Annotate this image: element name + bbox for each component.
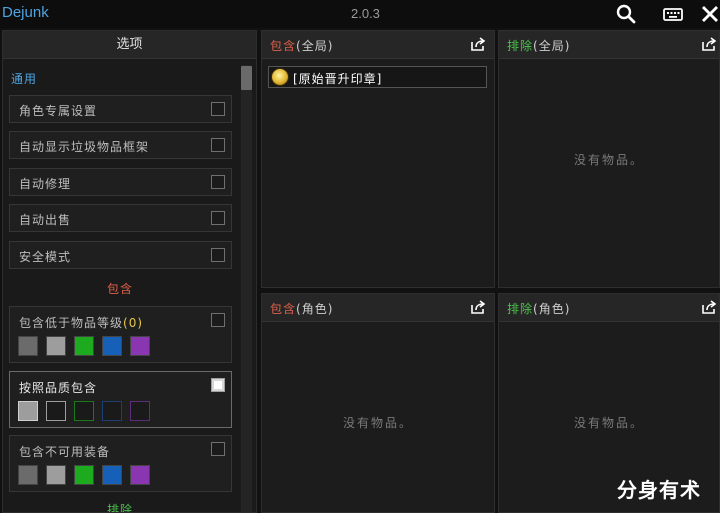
option-safe-mode[interactable]: 安全模式 [9,241,232,269]
quality-common-swatch[interactable] [46,401,66,421]
option-label: 安全模式 [19,250,72,264]
quality-epic-swatch[interactable] [130,336,150,356]
option-checkbox[interactable] [211,211,225,225]
option-label: 按照品质包含 [19,381,98,395]
empty-list-text: 没有物品。 [573,416,644,430]
section-include-title: 包含 [107,282,134,296]
item-level-value: (0) [123,316,144,330]
quality-poor-swatch[interactable] [18,465,38,485]
empty-list-text: 没有物品。 [342,416,413,430]
option-checkbox[interactable] [211,248,225,262]
panel-header: 包含(角色) [262,294,494,322]
options-panel: 选项 通用 角色专属设置 自动显示垃圾物品框架 自动修理 自动出售 安全模式 包… [2,30,257,513]
section-general-title: 通用 [11,72,38,86]
quality-poor-swatch[interactable] [18,401,38,421]
export-icon[interactable] [470,300,486,315]
option-checkbox[interactable] [211,138,225,152]
quality-epic-swatch[interactable] [130,465,150,485]
search-icon[interactable] [615,4,637,24]
export-icon[interactable] [701,300,717,315]
keyboard-icon[interactable] [662,4,684,24]
quality-rare-swatch[interactable] [102,465,122,485]
quality-epic-swatch[interactable] [130,401,150,421]
section-exclude-title: 排除 [107,503,134,513]
quality-rare-swatch[interactable] [102,401,122,421]
export-icon[interactable] [701,37,717,52]
export-icon[interactable] [470,37,486,52]
include-character-panel: 包含(角色) 没有物品。 [261,293,495,513]
quality-common-swatch[interactable] [46,465,66,485]
quality-uncommon-swatch[interactable] [74,336,94,356]
quality-poor-swatch[interactable] [18,336,38,356]
option-label: 包含低于物品等级(0) [19,316,144,330]
panel-title: 包含(全局) [270,39,334,53]
option-auto-repair[interactable]: 自动修理 [9,168,232,196]
option-auto-show-junk-frame[interactable]: 自动显示垃圾物品框架 [9,131,232,159]
quality-uncommon-swatch[interactable] [74,401,94,421]
empty-list-text: 没有物品。 [573,153,644,167]
panel-header: 排除(角色) [499,294,719,322]
exclude-global-panel: 排除(全局) 没有物品。 [498,30,720,288]
panel-title: 排除(角色) [507,302,571,316]
quality-common-swatch[interactable] [46,336,66,356]
option-auto-sell[interactable]: 自动出售 [9,204,232,232]
option-checkbox[interactable] [211,378,225,392]
item-name: [原始晋升印章] [293,72,383,86]
coin-icon [272,69,288,85]
option-checkbox[interactable] [211,175,225,189]
option-character-specific[interactable]: 角色专属设置 [9,95,232,123]
option-label: 自动出售 [19,213,72,227]
option-checkbox[interactable] [211,442,225,456]
title-bar: Dejunk 2.0.3 [0,0,720,28]
panel-title: 排除(全局) [507,39,571,53]
option-include-below-item-level[interactable]: 包含低于物品等级(0) [9,306,232,363]
list-item[interactable]: [原始晋升印章] [268,66,487,88]
option-label: 角色专属设置 [19,104,98,118]
option-checkbox[interactable] [211,102,225,116]
option-checkbox[interactable] [211,313,225,327]
close-icon[interactable] [699,4,720,24]
app-version: 2.0.3 [351,6,380,21]
panel-header: 排除(全局) [499,31,719,59]
watermark: 分身有术 [617,478,701,502]
quality-uncommon-swatch[interactable] [74,465,94,485]
option-label: 包含不可用装备 [19,445,111,459]
options-header: 选项 [3,31,256,59]
option-label: 自动修理 [19,177,72,191]
include-global-panel: 包含(全局) [原始晋升印章] [261,30,495,288]
option-include-by-quality[interactable]: 按照品质包含 [9,371,232,428]
app-title: Dejunk [2,4,49,21]
quality-rare-swatch[interactable] [102,336,122,356]
panel-title: 包含(角色) [270,302,334,316]
panel-header: 包含(全局) [262,31,494,59]
option-include-unusable-gear[interactable]: 包含不可用装备 [9,435,232,492]
option-label: 自动显示垃圾物品框架 [19,140,150,154]
options-scrollbar[interactable] [241,65,252,512]
options-scroll-thumb[interactable] [241,66,252,90]
